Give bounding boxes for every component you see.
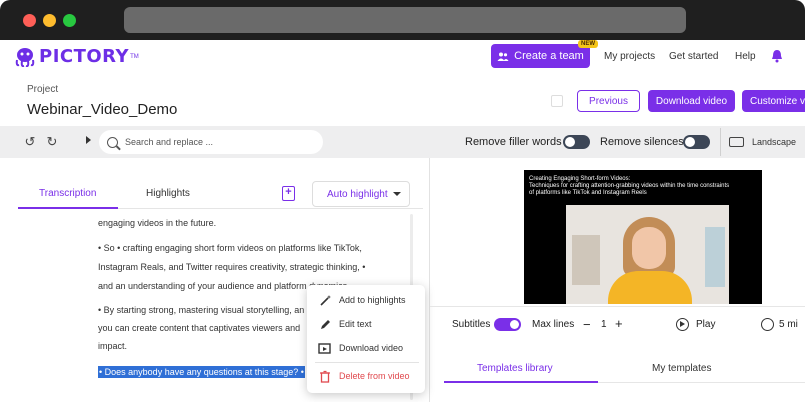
team-icon: [497, 52, 509, 61]
transcript-line[interactable]: you can create content that captivates v…: [98, 323, 300, 333]
duration-label: 5 mi: [779, 319, 798, 330]
context-menu: Add to highlights Edit text Download vid…: [307, 285, 425, 393]
menu-item-label: Add to highlights: [339, 295, 406, 305]
search-input[interactable]: [125, 137, 305, 147]
max-lines-value: 1: [601, 319, 607, 330]
tab-highlights[interactable]: Highlights: [146, 188, 190, 199]
create-team-label: Create a team: [514, 50, 584, 62]
add-scene-icon[interactable]: +: [282, 186, 295, 201]
menu-item-add-to-highlights[interactable]: Add to highlights: [307, 288, 425, 312]
menu-divider: [315, 362, 419, 363]
search-replace-field[interactable]: [99, 130, 323, 154]
remove-filler-label: Remove filler words: [465, 136, 562, 148]
active-template-tab-indicator: [444, 381, 598, 383]
undo-icon[interactable]: ↺: [22, 134, 38, 150]
transcript-line[interactable]: • By starting strong, mastering visual s…: [98, 305, 304, 315]
presenter-face: [632, 227, 666, 269]
tab-templates-library[interactable]: Templates library: [477, 363, 553, 374]
video-title-overlay: Creating Engaging Short-form Videos: Tec…: [529, 176, 729, 197]
tab-my-templates[interactable]: My templates: [652, 363, 711, 374]
subtitles-toggle[interactable]: [494, 318, 521, 331]
pencil-icon: [318, 317, 332, 331]
menu-item-edit-text[interactable]: Edit text: [307, 312, 425, 336]
pictory-logo[interactable]: PICTORY TM: [14, 46, 139, 67]
landscape-label[interactable]: Landscape: [752, 137, 796, 147]
transcript-line[interactable]: • So • crafting engaging short form vide…: [98, 243, 362, 253]
previous-button[interactable]: Previous: [577, 90, 640, 112]
close-window-button[interactable]: [23, 14, 36, 27]
download-video-icon: [318, 341, 332, 355]
video-title-line: of platforms like TikTok and Instagram R…: [529, 190, 647, 196]
clock-icon: [761, 318, 774, 331]
selected-transcript-line[interactable]: • Does anybody have any questions at thi…: [98, 366, 305, 378]
editor-toolbar: ↺ ↻ Remove filler words Remove silences …: [0, 126, 805, 158]
logo-text: PICTORY: [39, 46, 130, 67]
video-frame: [566, 205, 729, 304]
customize-video-button[interactable]: Customize vi: [742, 90, 805, 112]
auto-highlight-dropdown[interactable]: Auto highlight: [312, 181, 410, 207]
expand-arrow-icon[interactable]: [86, 136, 91, 144]
remove-silences-label: Remove silences: [600, 136, 684, 148]
new-badge: NEW: [578, 40, 598, 48]
create-team-button[interactable]: Create a team: [491, 44, 590, 68]
video-preview[interactable]: Creating Engaging Short-form Videos: Tec…: [524, 170, 762, 304]
address-bar[interactable]: [124, 7, 686, 33]
menu-item-label: Edit text: [339, 319, 372, 329]
download-video-button[interactable]: Download video: [648, 90, 735, 112]
tab-transcription[interactable]: Transcription: [39, 188, 96, 199]
transcript-line[interactable]: engaging videos in the future.: [98, 218, 216, 228]
magic-wand-icon: [318, 293, 332, 307]
max-lines-label: Max lines: [532, 319, 575, 330]
presenter-shirt: [608, 271, 692, 304]
active-tab-indicator: [18, 207, 118, 209]
nav-my-projects[interactable]: My projects: [604, 51, 655, 62]
search-icon: [107, 136, 118, 148]
transcript-line[interactable]: Instagram Reals, and Twitter requires cr…: [98, 262, 365, 272]
toolbar-divider: [720, 128, 721, 156]
panel-divider: [429, 158, 430, 402]
redo-icon[interactable]: ↻: [44, 134, 60, 150]
menu-item-label: Delete from video: [339, 371, 410, 381]
project-name[interactable]: Webinar_Video_Demo: [27, 101, 177, 118]
menu-item-label: Download video: [339, 343, 404, 353]
chevron-down-icon: [393, 192, 401, 196]
nav-help[interactable]: Help: [735, 51, 756, 62]
decrease-max-lines-button[interactable]: −: [583, 317, 591, 332]
minimize-window-button[interactable]: [43, 14, 56, 27]
remove-silences-toggle[interactable]: [683, 135, 710, 149]
project-label: Project: [27, 84, 59, 95]
nav-get-started[interactable]: Get started: [669, 51, 718, 62]
menu-item-download-video[interactable]: Download video: [307, 336, 425, 360]
logo-trademark: TM: [130, 53, 139, 60]
remove-filler-toggle[interactable]: [563, 135, 590, 149]
auto-highlight-label: Auto highlight: [327, 188, 388, 200]
browser-chrome: [0, 0, 805, 40]
refresh-icon[interactable]: [551, 95, 563, 107]
background-shelf: [705, 227, 725, 287]
video-title-line: Techniques for crafting attention-grabbi…: [529, 183, 730, 189]
play-label[interactable]: Play: [696, 319, 715, 330]
increase-max-lines-button[interactable]: +: [615, 316, 623, 331]
play-icon[interactable]: [676, 318, 689, 331]
trash-icon: [318, 369, 332, 383]
landscape-icon[interactable]: [729, 137, 744, 147]
menu-item-delete-from-video[interactable]: Delete from video: [307, 364, 425, 388]
maximize-window-button[interactable]: [63, 14, 76, 27]
top-nav: PICTORY TM Create a team NEW My projects…: [0, 40, 805, 74]
octopus-logo-icon: [15, 47, 35, 67]
background-shelf: [572, 235, 600, 285]
subtitles-label: Subtitles: [452, 319, 491, 330]
transcript-line[interactable]: impact.: [98, 341, 127, 351]
notification-bell-icon[interactable]: [771, 49, 783, 63]
video-title-line: Creating Engaging Short-form Videos:: [529, 176, 631, 182]
